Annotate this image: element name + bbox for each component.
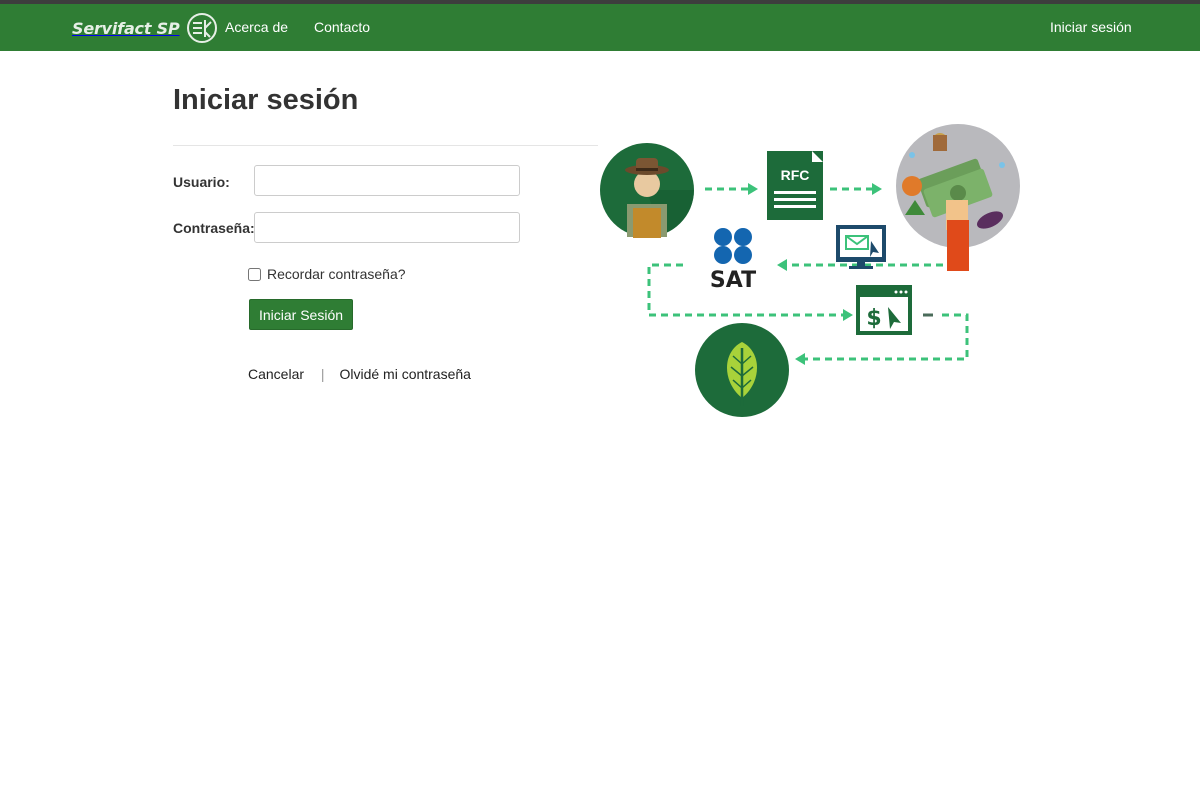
cancel-link[interactable]: Cancelar xyxy=(248,366,304,382)
email-monitor-icon xyxy=(836,225,886,269)
brand-logo-icon xyxy=(186,13,217,43)
title-divider xyxy=(173,145,598,146)
username-label: Usuario: xyxy=(173,174,230,190)
brand-link[interactable]: Servifact SP xyxy=(72,13,218,43)
login-button[interactable]: Iniciar Sesión xyxy=(249,299,353,330)
payment-window-icon: $ xyxy=(856,285,912,335)
page-title: Iniciar sesión xyxy=(173,84,359,116)
orange-sleeve xyxy=(947,220,969,271)
nav-login-link[interactable]: Iniciar sesión xyxy=(1050,19,1132,35)
top-navbar: Servifact SP Acerca de Contacto Iniciar … xyxy=(0,4,1200,51)
dollar-text: $ xyxy=(866,306,881,331)
farmer-icon xyxy=(600,143,694,238)
nav-contact-link[interactable]: Contacto xyxy=(314,19,370,35)
password-input[interactable] xyxy=(254,212,520,243)
username-input[interactable] xyxy=(254,165,520,196)
process-illustration: RFC SAT $ xyxy=(600,124,1020,417)
form-footer-links: Cancelar | Olvidé mi contraseña xyxy=(248,366,471,382)
remember-row[interactable]: Recordar contraseña? xyxy=(248,266,406,282)
sat-logo-icon: SAT xyxy=(710,228,756,293)
remember-checkbox[interactable] xyxy=(248,267,261,281)
rfc-document-icon: RFC xyxy=(767,151,823,220)
link-separator: | xyxy=(320,366,325,382)
password-label: Contraseña: xyxy=(173,220,255,236)
rfc-text: RFC xyxy=(781,167,810,183)
nav-about-link[interactable]: Acerca de xyxy=(225,19,288,35)
remember-label: Recordar contraseña? xyxy=(267,266,406,282)
leaf-icon xyxy=(695,323,789,417)
brand-name: Servifact SP xyxy=(72,18,180,38)
sat-text: SAT xyxy=(710,268,756,293)
forgot-password-link[interactable]: Olvidé mi contraseña xyxy=(339,366,471,382)
